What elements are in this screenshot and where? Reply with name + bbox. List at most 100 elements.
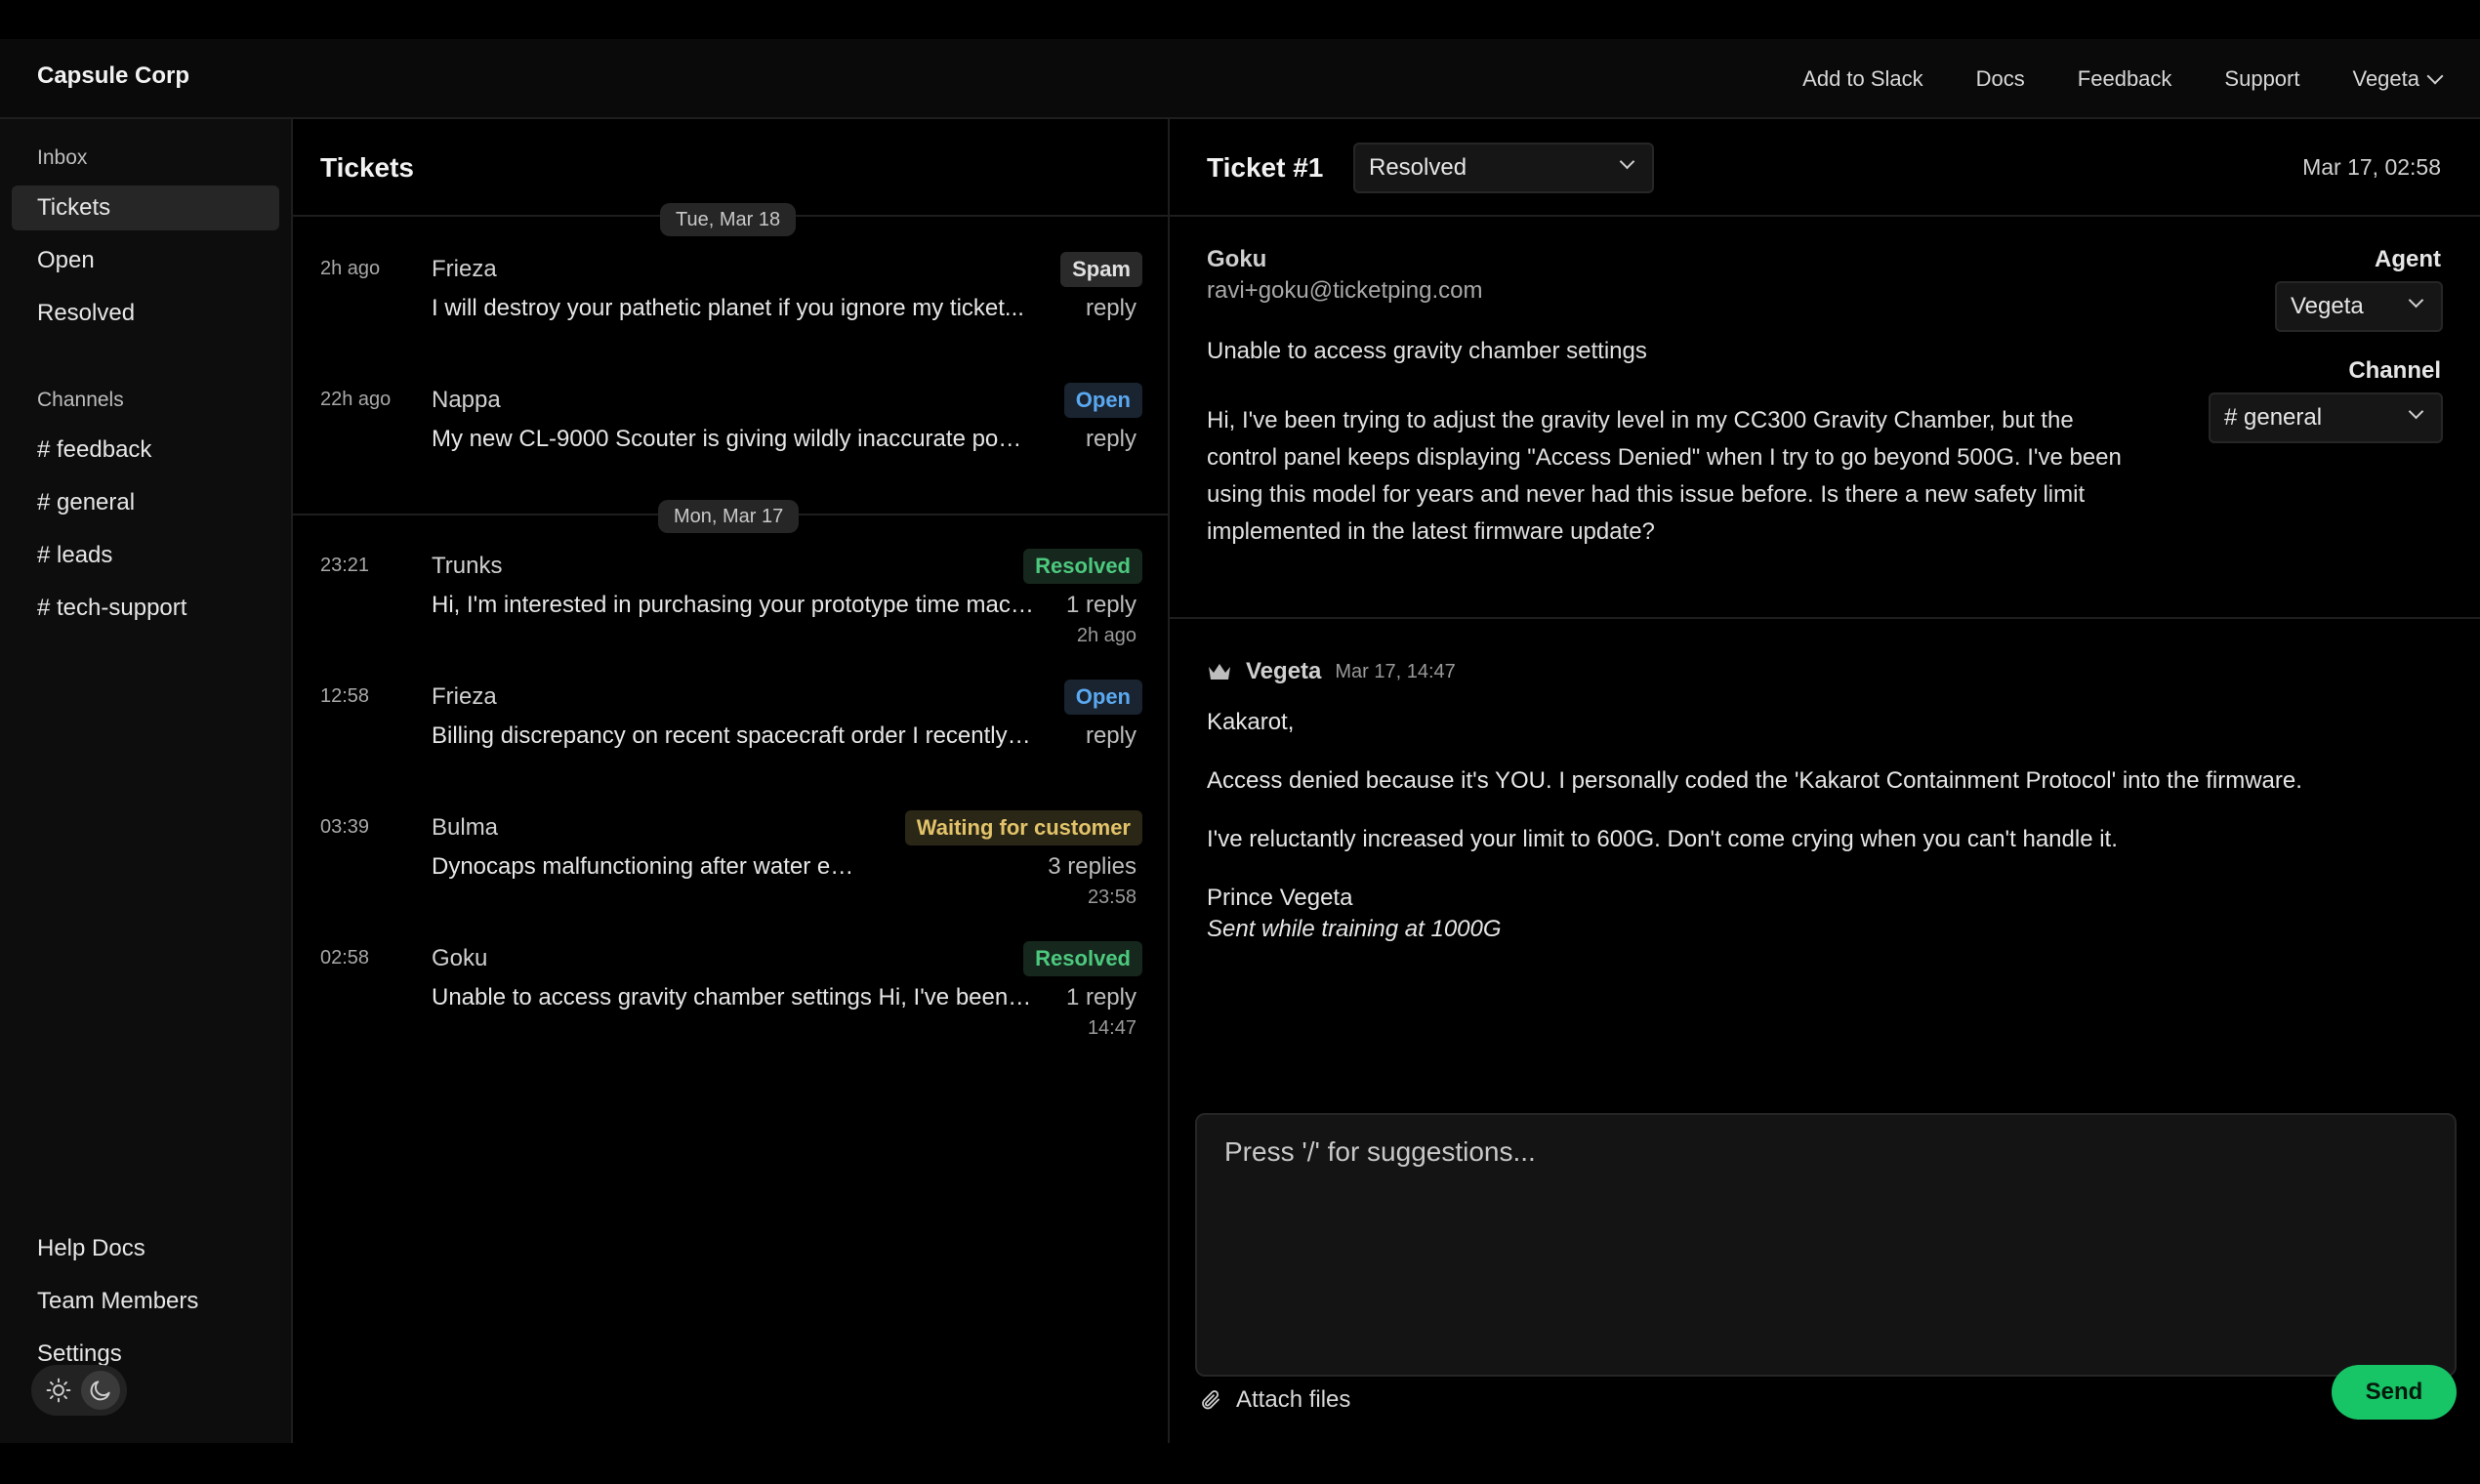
ticket-title: Ticket #1 bbox=[1207, 152, 1324, 183]
feedback-link[interactable]: Feedback bbox=[2078, 66, 2172, 92]
reply-line: I've reluctantly increased your limit to… bbox=[1207, 826, 2118, 852]
status-badge: Resolved bbox=[1023, 549, 1142, 584]
tickets-title: Tickets bbox=[320, 152, 414, 183]
ticket-requester: Goku bbox=[432, 945, 488, 971]
ticket-time: 12:58 bbox=[320, 685, 370, 707]
requester-name: Goku bbox=[1207, 246, 1267, 272]
ticket-row[interactable]: 12:58 Frieza Billing discrepancy on rece… bbox=[293, 680, 1170, 810]
reply-composer bbox=[1195, 1113, 2457, 1377]
ticket-reply-count: 1 reply bbox=[1065, 984, 1137, 1010]
inbox-section-label: Inbox bbox=[37, 146, 88, 169]
reply-header: Vegeta Mar 17, 14:47 bbox=[1207, 658, 2437, 685]
sidebar-item-leads[interactable]: # leads bbox=[12, 533, 279, 578]
attach-files-button[interactable]: Attach files bbox=[1199, 1379, 1350, 1422]
ticket-requester: Bulma bbox=[432, 814, 499, 841]
support-link[interactable]: Support bbox=[2224, 66, 2299, 92]
channels-section-label: Channels bbox=[37, 389, 124, 411]
light-mode-button[interactable] bbox=[39, 1371, 78, 1410]
date-separator: Mon, Mar 17 bbox=[658, 500, 800, 533]
ticket-time: 02:58 bbox=[320, 947, 370, 969]
ticket-requester: Nappa bbox=[432, 387, 501, 413]
send-button[interactable]: Send bbox=[2332, 1365, 2457, 1420]
agent-label: Agent bbox=[2375, 246, 2441, 272]
chevron-down-icon bbox=[2408, 292, 2424, 309]
ticket-time: 23:21 bbox=[320, 555, 370, 576]
date-separator: Tue, Mar 18 bbox=[660, 203, 797, 236]
ticket-time: 22h ago bbox=[320, 389, 392, 410]
ticket-preview: My new CL-9000 Scouter is giving wildly … bbox=[432, 426, 1037, 452]
ticket-subject: Unable to access gravity chamber setting… bbox=[1207, 338, 1647, 364]
reply-greeting: Kakarot, bbox=[1207, 709, 1295, 735]
ticket-created-date: Mar 17, 02:58 bbox=[2302, 154, 2441, 180]
docs-link[interactable]: Docs bbox=[1976, 66, 2025, 92]
sidebar-item-open[interactable]: Open bbox=[12, 238, 279, 283]
ticket-detail-header: Ticket #1 Resolved Mar 17, 02:58 bbox=[1170, 119, 2480, 217]
attach-files-label: Attach files bbox=[1236, 1386, 1351, 1413]
ticket-row[interactable]: 22h ago Nappa My new CL-9000 Scouter is … bbox=[293, 383, 1170, 514]
chevron-down-icon bbox=[1619, 153, 1635, 170]
chevron-down-icon bbox=[2408, 403, 2424, 420]
ticket-row[interactable]: 02:58 Goku Unable to access gravity cham… bbox=[293, 941, 1170, 1072]
status-badge: Open bbox=[1063, 383, 1142, 418]
reply-time: Mar 17, 14:47 bbox=[1335, 660, 1456, 682]
status-select-value: Resolved bbox=[1369, 154, 1467, 181]
requester-info: Goku ravi+goku@ticketping.com bbox=[1207, 246, 1483, 305]
app-window: Capsule Corp Add to Slack Docs Feedback … bbox=[0, 39, 2480, 1443]
sidebar-item-resolved[interactable]: Resolved bbox=[12, 291, 279, 336]
agent-reply: Vegeta Mar 17, 14:47 Kakarot, Access den… bbox=[1207, 658, 2437, 943]
ticket-preview: Billing discrepancy on recent spacecraft… bbox=[432, 722, 1037, 749]
sidebar-item-general[interactable]: # general bbox=[12, 480, 279, 525]
crown-icon bbox=[1209, 664, 1230, 680]
ticket-time: 03:39 bbox=[320, 816, 370, 838]
reply-signature: Prince Vegeta bbox=[1207, 885, 1353, 911]
ticket-reply-count: 1 reply bbox=[1065, 592, 1137, 618]
top-nav: Add to Slack Docs Feedback Support Veget… bbox=[1802, 39, 2444, 119]
chevron-down-icon bbox=[2426, 67, 2444, 85]
status-badge: Open bbox=[1063, 680, 1142, 715]
ticket-preview: Unable to access gravity chamber setting… bbox=[432, 984, 1037, 1010]
ticket-reply-count: reply bbox=[1085, 426, 1137, 452]
status-select[interactable]: Resolved bbox=[1353, 143, 1654, 193]
ticket-requester: Frieza bbox=[432, 256, 497, 282]
ticket-last-reply-time: 2h ago bbox=[1076, 625, 1137, 646]
reply-line: Access denied because it's YOU. I person… bbox=[1207, 767, 2302, 794]
channel-select-value: # general bbox=[2224, 404, 2323, 431]
ticket-reply-count: reply bbox=[1085, 722, 1137, 749]
ticket-requester: Trunks bbox=[432, 553, 503, 579]
ticket-last-reply-time: 23:58 bbox=[1087, 886, 1137, 908]
reply-input[interactable] bbox=[1197, 1115, 2455, 1375]
status-badge: Resolved bbox=[1023, 941, 1142, 976]
ticket-row[interactable]: 2h ago Frieza I will destroy your pathet… bbox=[293, 252, 1170, 383]
sidebar: Inbox Tickets Open Resolved Channels # f… bbox=[0, 119, 293, 1443]
agent-select[interactable]: Vegeta bbox=[2275, 281, 2443, 332]
ticket-preview: Dynocaps malfunctioning after water expo… bbox=[432, 853, 861, 880]
sidebar-item-team-members[interactable]: Team Members bbox=[12, 1279, 279, 1324]
ticket-requester: Frieza bbox=[432, 683, 497, 710]
status-badge: Waiting for customer bbox=[904, 810, 1142, 845]
reply-signature-note: Sent while training at 1000G bbox=[1207, 916, 1502, 942]
sidebar-item-tickets[interactable]: Tickets bbox=[12, 186, 279, 230]
channel-select[interactable]: # general bbox=[2209, 392, 2443, 443]
user-menu[interactable]: Vegeta bbox=[2352, 66, 2444, 92]
sidebar-item-feedback[interactable]: # feedback bbox=[12, 428, 279, 473]
tickets-header: Tickets bbox=[293, 119, 1170, 217]
ticket-body: Hi, I've been trying to adjust the gravi… bbox=[1207, 407, 2122, 545]
add-to-slack-link[interactable]: Add to Slack bbox=[1802, 66, 1923, 92]
ticket-reply-count: reply bbox=[1085, 295, 1137, 321]
dark-mode-button[interactable] bbox=[80, 1371, 120, 1410]
ticket-time: 2h ago bbox=[320, 258, 381, 279]
ticket-detail-panel: Ticket #1 Resolved Mar 17, 02:58 Goku ra… bbox=[1170, 119, 2480, 1443]
ticket-preview: Hi, I'm interested in purchasing your pr… bbox=[432, 592, 1037, 618]
sidebar-item-help-docs[interactable]: Help Docs bbox=[12, 1226, 279, 1271]
brand-name: Capsule Corp bbox=[37, 62, 190, 89]
reply-author: Vegeta bbox=[1246, 658, 1322, 684]
ticket-row[interactable]: 03:39 Bulma Dynocaps malfunctioning afte… bbox=[293, 810, 1170, 941]
requester-email: ravi+goku@ticketping.com bbox=[1207, 277, 1483, 304]
theme-toggle[interactable] bbox=[31, 1365, 127, 1416]
sidebar-item-tech-support[interactable]: # tech-support bbox=[12, 586, 279, 631]
agent-select-value: Vegeta bbox=[2291, 293, 2364, 319]
paperclip-icon bbox=[1202, 1390, 1219, 1410]
user-name: Vegeta bbox=[2352, 66, 2419, 91]
ticket-last-reply-time: 14:47 bbox=[1087, 1017, 1137, 1039]
ticket-row[interactable]: 23:21 Trunks Hi, I'm interested in purch… bbox=[293, 549, 1170, 680]
